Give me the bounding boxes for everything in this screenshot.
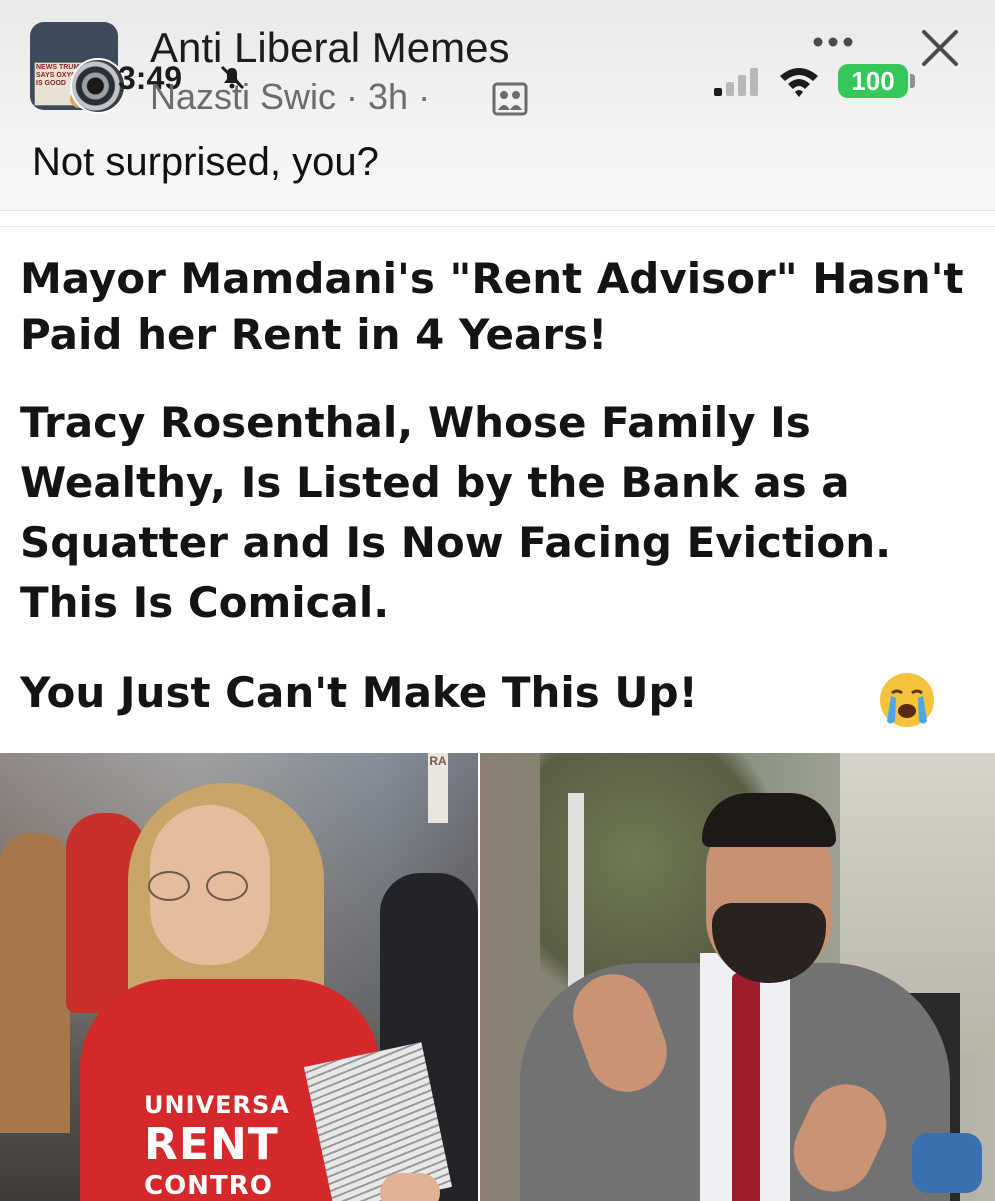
- wifi-icon: [780, 68, 818, 97]
- building-sign: RA: [428, 753, 448, 823]
- news-microphone: [912, 1133, 982, 1193]
- shirt-text-line2: RENT: [144, 1119, 279, 1170]
- shirt-text-line3: CONTRO: [144, 1171, 273, 1201]
- post-author-meta[interactable]: Nazsti Swic · 3h ·: [150, 76, 430, 118]
- person-left-brown-coat: [0, 833, 70, 1133]
- woman-hand: [380, 1173, 440, 1201]
- meme-subhead: Tracy Rosenthal, Whose Family Is Wealthy…: [20, 398, 892, 627]
- post-header: NEWS TRUMP SAYS OXYGEN IS GOOD Anti Libe…: [0, 0, 995, 211]
- battery-level: 100: [838, 64, 908, 98]
- group-name[interactable]: Anti Liberal Memes: [150, 24, 509, 72]
- cellular-signal-icon: [714, 68, 758, 96]
- woman-glasses: [148, 871, 258, 901]
- close-icon[interactable]: [920, 28, 960, 68]
- meme-tagline: You Just Can't Make This Up!: [20, 668, 698, 717]
- battery-nub: [910, 74, 915, 88]
- photo-left-woman: RA UNIVERSA RENT CONTRO: [0, 753, 478, 1201]
- more-options-icon[interactable]: [812, 36, 854, 48]
- audience-group-icon: [492, 82, 528, 116]
- post-caption: Not surprised, you?: [32, 140, 379, 184]
- shared-meme-image[interactable]: Mayor Mamdani's "Rent Advisor" Hasn't Pa…: [0, 226, 995, 1201]
- man-red-tie: [732, 973, 760, 1201]
- crying-face-icon: [880, 673, 934, 727]
- meme-headline: Mayor Mamdani's "Rent Advisor" Hasn't Pa…: [20, 254, 964, 359]
- photo-right-man: [480, 753, 995, 1201]
- man-hair: [702, 793, 836, 847]
- shirt-text-line1: UNIVERSA: [144, 1091, 290, 1119]
